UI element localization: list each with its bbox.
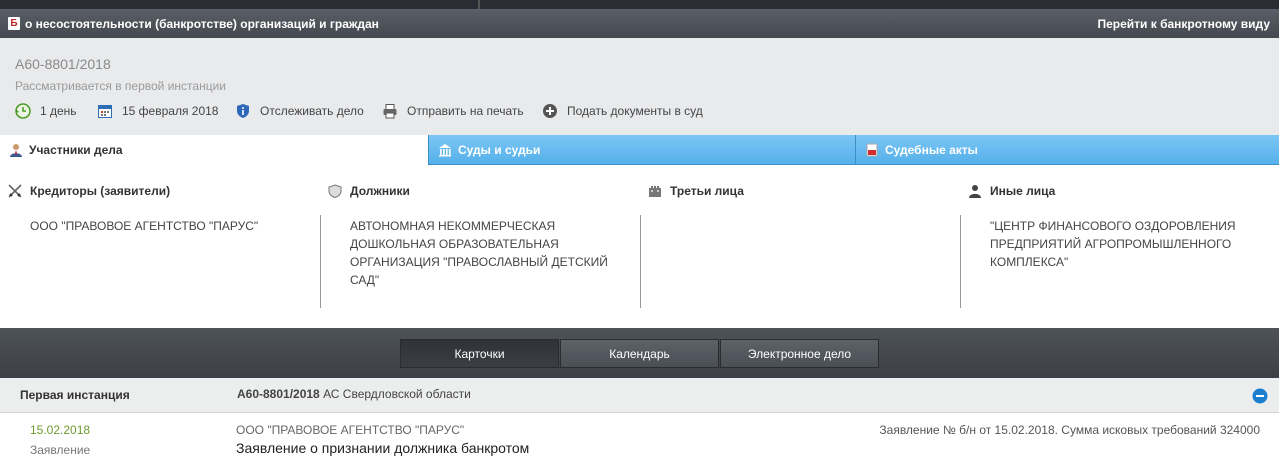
column-divider	[960, 215, 961, 308]
debtors-column: Должники АВТОНОМНАЯ НЕКОММЕРЧЕСКАЯ ДОШКО…	[320, 165, 640, 328]
courthouse-icon	[439, 144, 451, 157]
view-electronic-case-button[interactable]: Электронное дело	[720, 339, 879, 368]
tab-label: Судебные акты	[885, 143, 978, 157]
participant-line: "ЦЕНТР ФИНАНСОВОГО ОЗДОРОВЛЕНИЯ	[990, 219, 1236, 233]
action-label: Отправить на печать	[407, 104, 524, 118]
debtors-list: АВТОНОМНАЯ НЕКОММЕРЧЕСКАЯ ДОШКОЛЬНАЯ ОБР…	[350, 217, 608, 289]
view-cards-button[interactable]: Карточки	[400, 339, 559, 368]
action-label: Отслеживать дело	[260, 104, 364, 118]
action-label: 1 день	[40, 104, 77, 118]
view-switch-bar: Карточки Календарь Электронное дело	[0, 328, 1279, 378]
participant-line: АВТОНОМНАЯ НЕКОММЕРЧЕСКАЯ	[350, 219, 556, 233]
tab-courts-judges[interactable]: Суды и судьи	[428, 135, 855, 165]
tab-participants[interactable]: Участники дела	[0, 135, 428, 165]
top-strip-notch	[478, 0, 480, 9]
document-date: 15.02.2018	[30, 423, 91, 437]
title-bar: Б о несостоятельности (банкротстве) орга…	[0, 9, 1279, 38]
bankruptcy-logo-icon: Б	[8, 17, 20, 30]
tab-court-acts[interactable]: Судебные акты	[855, 135, 1279, 165]
printer-icon	[383, 104, 397, 119]
participant-line: САД"	[350, 273, 380, 287]
heading-label: Должники	[350, 184, 410, 198]
castle-wall-icon	[649, 186, 661, 197]
clock-back-icon	[15, 103, 31, 119]
heading-label: Иные лица	[990, 184, 1056, 198]
case-info-panel: А60-8801/2018 Рассматривается в первой и…	[0, 38, 1279, 135]
shield-icon	[328, 184, 342, 198]
action-label: 15 февраля 2018	[122, 104, 219, 118]
tab-label: Суды и судьи	[458, 143, 541, 157]
document-row: 15.02.2018 Заявление ООО "ПРАВОВОЕ АГЕНТ…	[0, 413, 1279, 463]
other-parties-column: Иные лица "ЦЕНТР ФИНАНСОВОГО ОЗДОРОВЛЕНИ…	[960, 165, 1279, 328]
participant-line: КОМПЛЕКСА"	[990, 255, 1069, 269]
crossed-swords-icon	[8, 184, 22, 198]
document-type: Заявление	[30, 443, 91, 457]
column-divider	[320, 215, 321, 308]
plus-circle-icon	[543, 104, 557, 118]
participant-line: ПРЕДПРИЯТИЙ АГРОПРОМЫШЛЕННОГО	[990, 237, 1232, 251]
instance-court: АС Свердловской области	[319, 387, 471, 401]
person-silhouette-icon	[969, 185, 981, 198]
document-party: ООО "ПРАВОВОЕ АГЕНТСТВО "ПАРУС"	[236, 423, 465, 437]
document-description: Заявление № б/н от 15.02.2018. Сумма иск…	[879, 423, 1260, 437]
participant-line: ОРГАНИЗАЦИЯ "ПРАВОСЛАВНЫЙ ДЕТСКИЙ	[350, 255, 608, 269]
column-divider	[640, 215, 641, 308]
collapse-icon[interactable]	[1252, 388, 1268, 404]
page-title: о несостоятельности (банкротстве) органи…	[25, 17, 379, 31]
action-label: Подать документы в суд	[567, 104, 703, 118]
view-calendar-button[interactable]: Календарь	[560, 339, 719, 368]
participant-line: ДОШКОЛЬНАЯ ОБРАЗОВАТЕЛЬНАЯ	[350, 237, 559, 251]
document-title-link[interactable]: Заявление о признании должника банкротом	[236, 440, 529, 456]
case-status: Рассматривается в первой инстанции	[15, 79, 226, 93]
heading-label: Кредиторы (заявители)	[30, 184, 171, 198]
top-strip	[0, 0, 1279, 9]
calendar-icon	[98, 105, 112, 118]
participant-line: ООО "ПРАВОВОЕ АГЕНТСТВО "ПАРУС"	[30, 219, 259, 233]
instance-header: Первая инстанция А60-8801/2018 АС Свердл…	[0, 378, 1279, 413]
switch-view-link[interactable]: Перейти к банкротному виду	[1097, 17, 1270, 31]
heading-label: Третьи лица	[670, 184, 744, 198]
instance-case-number: А60-8801/2018	[237, 387, 320, 401]
creditors-list: ООО "ПРАВОВОЕ АГЕНТСТВО "ПАРУС"	[30, 217, 258, 235]
case-number: А60-8801/2018	[15, 56, 111, 72]
participants-panel: Кредиторы (заявители) ООО "ПРАВОВОЕ АГЕН…	[0, 165, 1279, 328]
instance-name: Первая инстанция	[20, 388, 130, 402]
shield-info-icon	[237, 104, 249, 118]
person-icon	[10, 144, 22, 157]
creditors-column: Кредиторы (заявители) ООО "ПРАВОВОЕ АГЕН…	[8, 165, 320, 328]
pdf-document-icon	[866, 143, 878, 157]
case-tabs: Участники дела Суды и судьи Судебные акт…	[0, 135, 1279, 165]
other-parties-list: "ЦЕНТР ФИНАНСОВОГО ОЗДОРОВЛЕНИЯ ПРЕДПРИЯ…	[990, 217, 1236, 271]
instance-case: А60-8801/2018 АС Свердловской области	[237, 387, 471, 401]
tab-label: Участники дела	[29, 143, 123, 157]
third-parties-column: Третьи лица	[640, 165, 960, 328]
